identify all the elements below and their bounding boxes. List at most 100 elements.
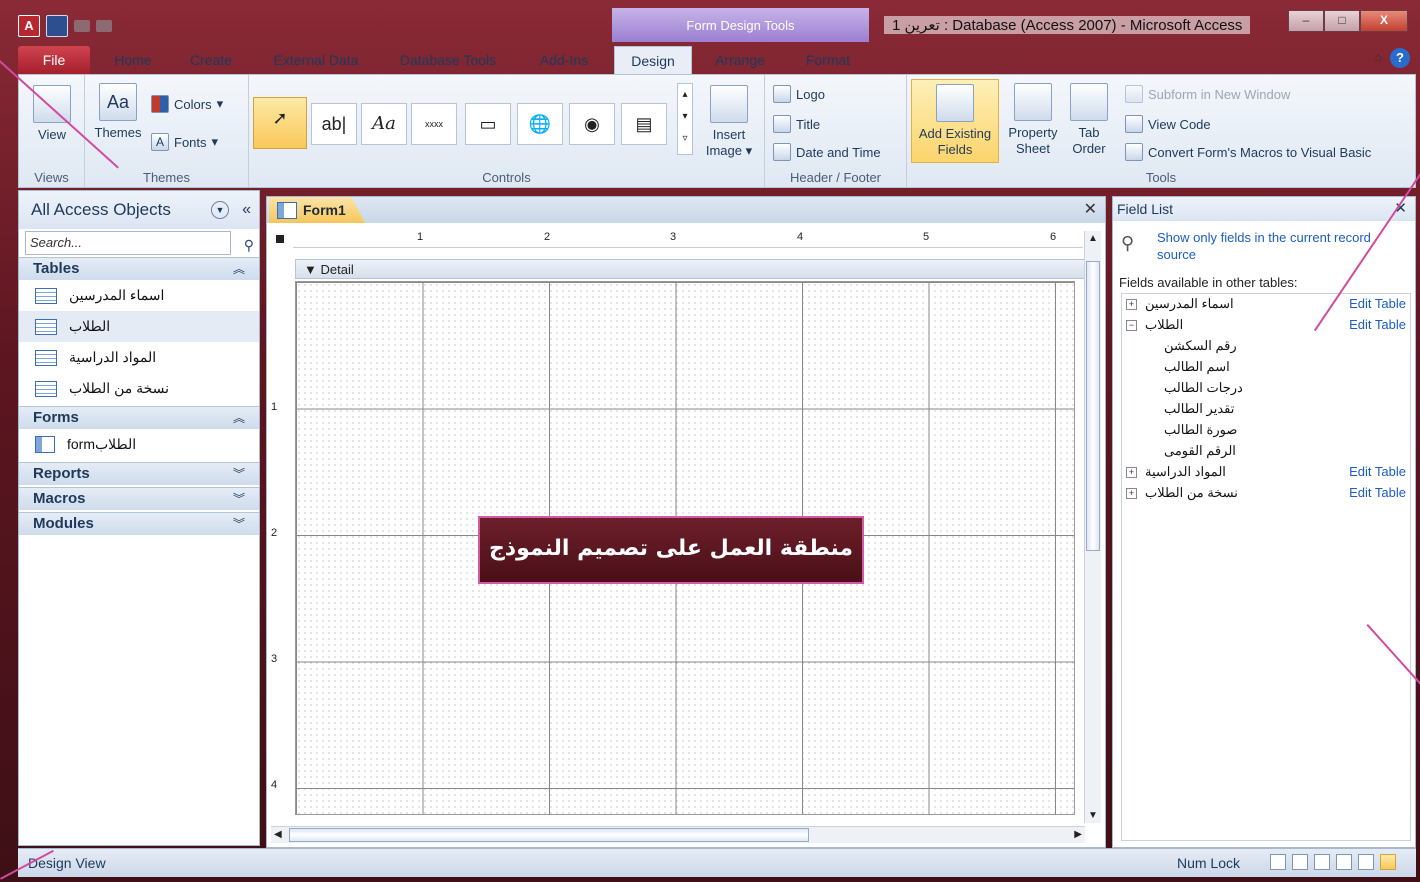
pivottable-view-icon[interactable]: [1314, 854, 1330, 870]
subform-new-window-button[interactable]: Subform in New Window: [1125, 85, 1290, 103]
ruler-number: 2: [544, 231, 551, 243]
section-macros[interactable]: Macros ︾: [19, 487, 259, 510]
tree-table-row[interactable]: − الطلاب: [1126, 317, 1183, 333]
pivotchart-view-icon[interactable]: [1336, 854, 1352, 870]
chevron-down-icon[interactable]: ▼: [211, 201, 229, 219]
hyperlink-control-icon[interactable]: 🌐: [517, 103, 563, 145]
property-sheet-button[interactable]: Property Sheet: [1003, 83, 1063, 157]
access-app-icon[interactable]: A: [18, 15, 40, 37]
section-forms[interactable]: Forms ︽: [19, 406, 259, 429]
date-time-button[interactable]: Date and Time: [773, 143, 881, 161]
insert-image-button[interactable]: Insert Image ▾: [701, 85, 757, 159]
label-control-icon[interactable]: Aa: [361, 103, 407, 145]
design-view-icon[interactable]: [1380, 854, 1396, 870]
section-tables[interactable]: Tables ︽: [19, 257, 259, 280]
tab-control-icon[interactable]: ▭: [465, 103, 511, 145]
tab-file[interactable]: File: [18, 46, 90, 74]
web-browser-control-icon[interactable]: ◉: [569, 103, 615, 145]
vertical-scrollbar[interactable]: ▲ ▼: [1084, 231, 1101, 823]
save-icon[interactable]: [46, 15, 68, 37]
help-icon[interactable]: ?: [1390, 48, 1410, 68]
search-icon[interactable]: ⚲: [244, 234, 254, 256]
add-existing-fields-button[interactable]: Add Existing Fields: [911, 79, 999, 163]
section-reports[interactable]: Reports ︾: [19, 462, 259, 485]
fonts-button[interactable]: A Fonts ▾: [151, 133, 218, 151]
themes-label: Themes: [94, 125, 142, 140]
themes-button[interactable]: Aa Themes: [91, 83, 145, 141]
close-document-icon[interactable]: ✕: [1084, 199, 1097, 219]
minimize-ribbon-icon[interactable]: ⌂: [1375, 50, 1382, 64]
edit-table-link[interactable]: Edit Table: [1349, 296, 1406, 311]
nav-item-table[interactable]: الطلاب: [19, 311, 259, 342]
expand-icon[interactable]: +: [1126, 466, 1137, 478]
scroll-thumb[interactable]: [1086, 261, 1100, 551]
nav-item-table[interactable]: اسماء المدرسين: [19, 280, 259, 311]
chevron-up-icon[interactable]: ︽: [233, 258, 245, 280]
ribbon-tabs: File Home Create External Data Database …: [18, 44, 1416, 75]
convert-macros-button[interactable]: Convert Form's Macros to Visual Basic: [1125, 143, 1371, 161]
select-pointer-icon[interactable]: ➚: [253, 97, 307, 149]
scroll-down-icon[interactable]: ▼: [1088, 810, 1098, 821]
scroll-up-icon[interactable]: ▲: [1088, 233, 1098, 244]
chevron-down-icon[interactable]: ︾: [233, 513, 245, 535]
button-control-icon[interactable]: xxxx: [411, 103, 457, 145]
form-view-icon[interactable]: [1270, 854, 1286, 870]
tab-format[interactable]: Format: [794, 46, 862, 74]
tree-field[interactable]: اسم الطالب: [1164, 359, 1230, 375]
detail-section-bar[interactable]: ▼ Detail: [295, 259, 1085, 279]
scroll-thumb[interactable]: [289, 828, 809, 842]
nav-item-form[interactable]: formالطلاب: [19, 429, 259, 460]
close-button[interactable]: X: [1360, 10, 1408, 32]
undo-icon[interactable]: [74, 20, 90, 32]
section-modules[interactable]: Modules ︾: [19, 512, 259, 535]
tree-table-row[interactable]: + المواد الدراسية: [1126, 464, 1226, 480]
controls-scroll-icon[interactable]: ▴ ▾ ▿: [677, 83, 693, 155]
nav-item-table[interactable]: المواد الدراسية: [19, 342, 259, 373]
tree-field[interactable]: درجات الطالب: [1164, 380, 1243, 396]
nav-item-table[interactable]: نسخة من الطلاب: [19, 373, 259, 404]
collapse-icon[interactable]: −: [1126, 319, 1137, 331]
maximize-button[interactable]: □: [1324, 10, 1360, 32]
tab-database-tools[interactable]: Database Tools: [390, 46, 506, 74]
tab-arrange[interactable]: Arrange: [704, 46, 776, 74]
layout-view-icon[interactable]: [1358, 854, 1374, 870]
view-button[interactable]: View: [25, 85, 79, 143]
scroll-right-icon[interactable]: ▶: [1074, 829, 1082, 840]
view-code-button[interactable]: View Code: [1125, 115, 1211, 133]
logo-button[interactable]: Logo: [773, 85, 825, 103]
title-button[interactable]: Title: [773, 115, 820, 133]
chevron-down-icon[interactable]: ︾: [233, 463, 245, 485]
edit-table-link[interactable]: Edit Table: [1349, 485, 1406, 500]
edit-table-link[interactable]: Edit Table: [1349, 464, 1406, 479]
tab-add-ins[interactable]: Add-Ins: [528, 46, 600, 74]
tree-table-row[interactable]: + نسخة من الطلاب: [1126, 485, 1238, 501]
tree-field[interactable]: صورة الطالب: [1164, 422, 1237, 438]
chevron-down-icon[interactable]: ︾: [233, 488, 245, 510]
search-input[interactable]: Search... ⚲: [25, 231, 254, 255]
nav-header[interactable]: All Access Objects ▼ «: [19, 191, 259, 229]
tab-design[interactable]: Design: [614, 46, 692, 75]
tree-field[interactable]: تقدير الطالب: [1164, 401, 1234, 417]
edit-table-link[interactable]: Edit Table: [1349, 317, 1406, 332]
minimize-button[interactable]: –: [1288, 10, 1324, 32]
horizontal-scrollbar[interactable]: ◀ ▶: [271, 826, 1085, 843]
tab-order-button[interactable]: Tab Order: [1065, 83, 1113, 157]
tab-home[interactable]: Home: [100, 46, 166, 74]
redo-icon[interactable]: [96, 20, 112, 32]
collapse-pane-icon[interactable]: «: [242, 191, 251, 229]
navigation-control-icon[interactable]: ▤: [621, 103, 667, 145]
tab-external-data[interactable]: External Data: [264, 46, 368, 74]
colors-button[interactable]: Colors ▾: [151, 95, 223, 113]
tab-form1[interactable]: Form1: [269, 197, 365, 223]
datasheet-view-icon[interactable]: [1292, 854, 1308, 870]
tree-field[interactable]: رقم السكشن: [1164, 338, 1237, 354]
form-selector[interactable]: [276, 235, 284, 243]
expand-icon[interactable]: +: [1126, 487, 1137, 499]
expand-icon[interactable]: +: [1126, 298, 1137, 310]
scroll-left-icon[interactable]: ◀: [274, 829, 282, 840]
tree-table-row[interactable]: + اسماء المدرسين: [1126, 296, 1234, 312]
tab-create[interactable]: Create: [178, 46, 244, 74]
chevron-up-icon[interactable]: ︽: [233, 407, 245, 429]
tree-field[interactable]: الرقم القومى: [1164, 443, 1236, 459]
textbox-control-icon[interactable]: ab|: [311, 103, 357, 145]
